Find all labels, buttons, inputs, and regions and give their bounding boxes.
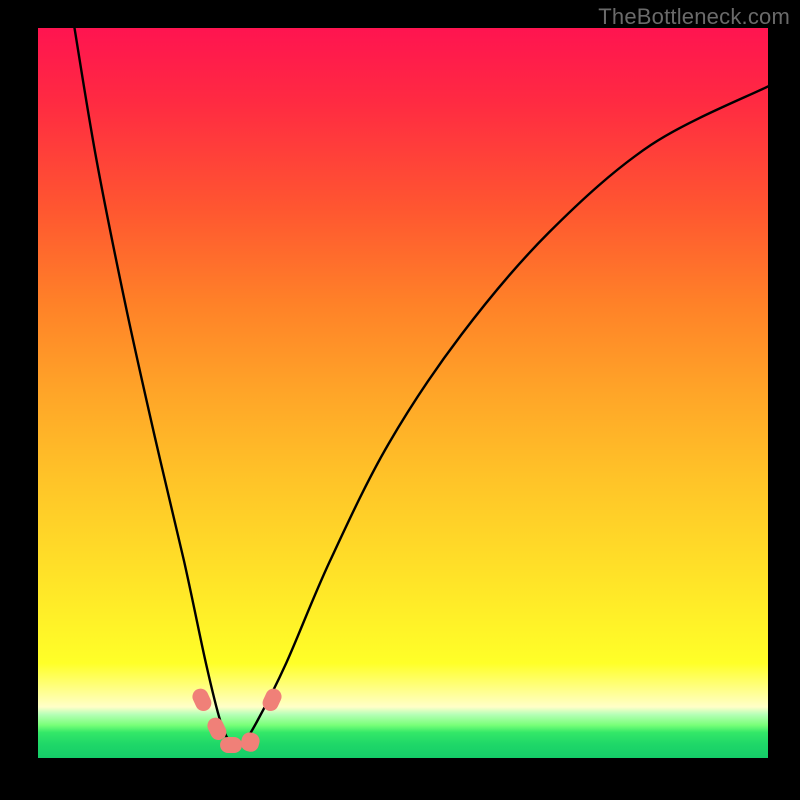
- curve-layer: [38, 28, 768, 758]
- chart-frame: TheBottleneck.com: [0, 0, 800, 800]
- data-marker: [220, 737, 242, 753]
- bottleneck-curve: [75, 28, 769, 746]
- watermark-text: TheBottleneck.com: [598, 4, 790, 30]
- plot-area: [38, 28, 768, 758]
